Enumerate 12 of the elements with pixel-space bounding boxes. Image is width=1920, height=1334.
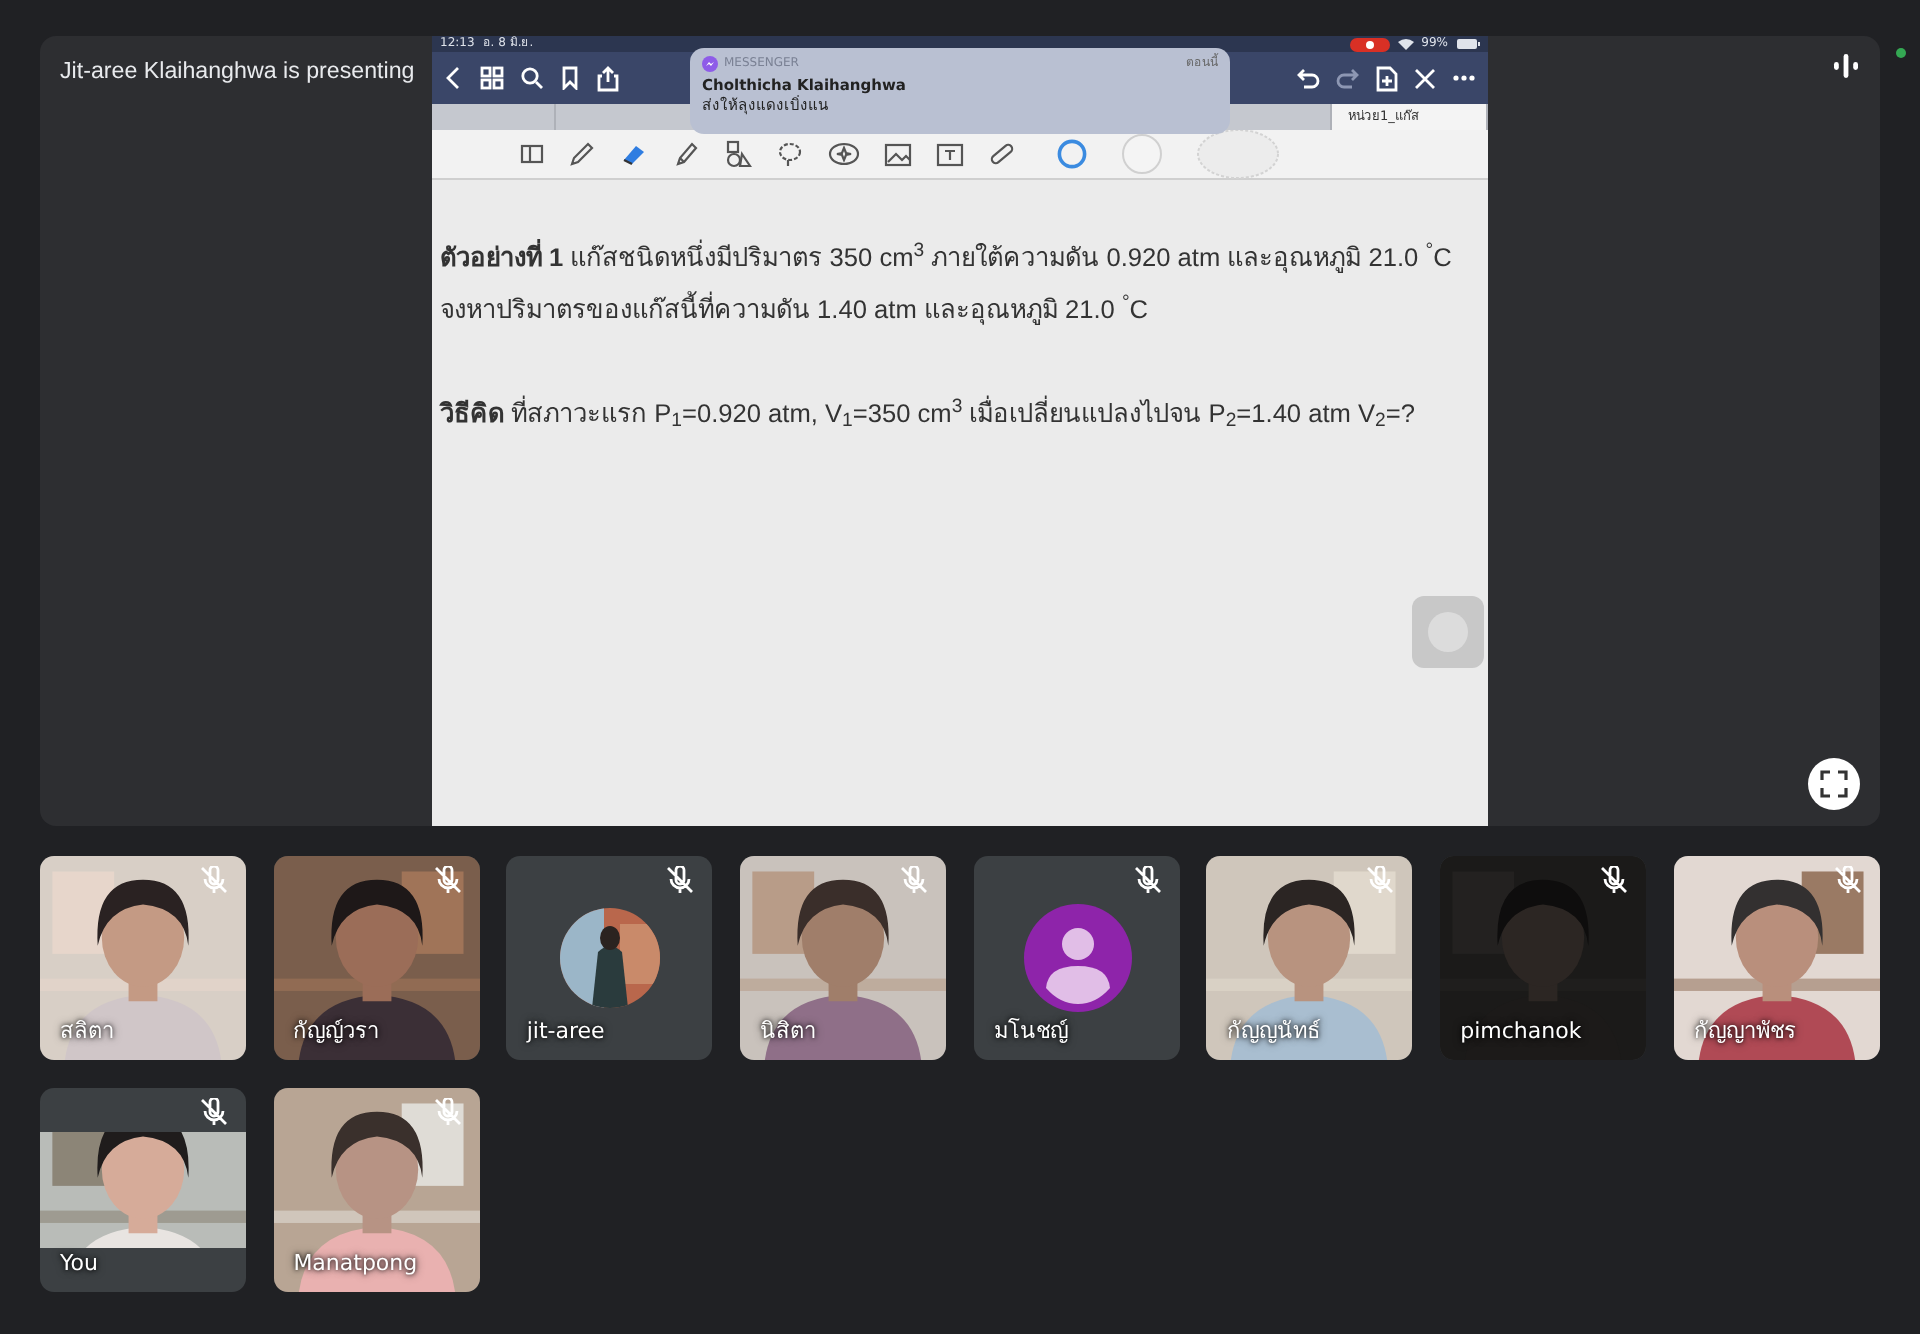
participant-name: สลิตา (60, 1015, 114, 1047)
presenter-label: Jit-aree Klaihanghwa is presenting (58, 56, 417, 88)
participant-name: กัญญ์วรา (293, 1015, 380, 1047)
participant-name: jit-aree (526, 1015, 605, 1047)
participant-name: You (60, 1247, 98, 1279)
participant-name: pimchanok (1460, 1015, 1582, 1047)
document-text: จงหาปริมาตรของแก๊สนี้ที่ความดัน 1.40 atm และอุณหภูมิ 21.0 $^{°}$C (440, 289, 1151, 329)
participant-name: กัญญนัทธ์ (1226, 1015, 1321, 1047)
participant-name: มโนชญ์ (993, 1015, 1068, 1047)
participant-name: Manatpong (293, 1247, 418, 1279)
document-text: ตัวอย่างที่ 1 แก๊สชนิดหนึ่งมีปริมาตร 350 cm$^{3}$ ภายใต้ความดัน 0.920 atm และอุณหภูมิ 21.0 $^{°}$C (440, 237, 1454, 277)
document-text: วิธีคิด ที่สภาวะแรก P$_{1}$=0.920 atm, V$_{1}$=350 cm$^{3}$ เมื่อเปลี่ยนแปลงไปจน P$_{2}$=1.40 atm V$_{2}$=? (440, 393, 1417, 437)
